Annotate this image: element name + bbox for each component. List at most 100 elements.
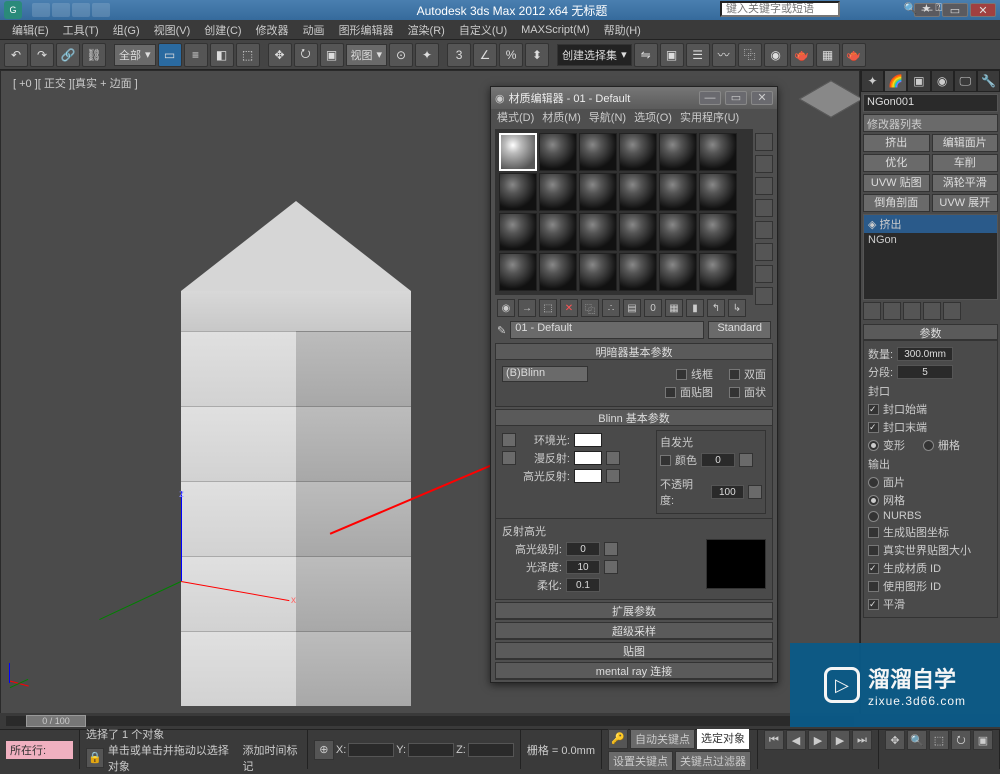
material-slot[interactable] bbox=[659, 213, 697, 251]
speclevel-spinner[interactable]: 0 bbox=[566, 542, 600, 556]
twosided-checkbox[interactable] bbox=[729, 369, 740, 380]
zoom-icon[interactable]: 🔍 bbox=[907, 730, 927, 750]
app-icon[interactable]: G bbox=[4, 1, 22, 19]
diffuse-lock-icon[interactable] bbox=[502, 451, 516, 465]
infocenter-icon[interactable]: 🔍 bbox=[904, 2, 918, 15]
material-slot[interactable] bbox=[659, 253, 697, 291]
snap-toggle-icon[interactable]: 3 bbox=[447, 43, 471, 67]
capstart-checkbox[interactable] bbox=[868, 404, 879, 415]
menu-render[interactable]: 渲染(R) bbox=[402, 20, 451, 40]
modifier-button-editpatch[interactable]: 编辑面片 bbox=[932, 134, 999, 152]
ambient-lock-icon[interactable] bbox=[502, 433, 516, 447]
autokey-button[interactable]: 自动关键点 bbox=[630, 729, 695, 749]
render-frame-icon[interactable]: ▦ bbox=[816, 43, 840, 67]
show-end-result-icon[interactable]: ▮ bbox=[686, 299, 704, 317]
nurbs-radio[interactable] bbox=[868, 511, 879, 522]
get-material-icon[interactable]: ◉ bbox=[497, 299, 515, 317]
mat-menu-nav[interactable]: 导航(N) bbox=[589, 109, 626, 127]
smooth-checkbox[interactable] bbox=[868, 599, 879, 610]
menu-graph[interactable]: 图形编辑器 bbox=[333, 20, 400, 40]
keyfilter-button[interactable]: 关键点过滤器 bbox=[675, 751, 751, 771]
pick-material-icon[interactable]: ✎ bbox=[497, 324, 506, 337]
prev-frame-icon[interactable]: ◀ bbox=[786, 730, 806, 750]
modifier-button-turbosmooth[interactable]: 涡轮平滑 bbox=[932, 174, 999, 192]
background-icon[interactable] bbox=[755, 177, 773, 195]
modifier-button-lathe[interactable]: 车削 bbox=[932, 154, 999, 172]
close-button[interactable]: ✕ bbox=[970, 3, 996, 17]
material-type-button[interactable]: Standard bbox=[708, 321, 771, 339]
material-name-combo[interactable]: 01 - Default bbox=[510, 321, 704, 339]
modify-tab-icon[interactable]: 🌈 bbox=[884, 70, 907, 92]
maps-rollout-header[interactable]: 贴图 bbox=[496, 643, 772, 659]
make-unique-icon[interactable] bbox=[903, 302, 921, 320]
material-editor-icon[interactable]: ◉ bbox=[764, 43, 788, 67]
hierarchy-tab-icon[interactable]: ▣ bbox=[907, 70, 930, 92]
material-slot[interactable] bbox=[579, 133, 617, 171]
coord-z-input[interactable] bbox=[468, 743, 514, 757]
show-map-icon[interactable]: ▦ bbox=[665, 299, 683, 317]
make-unique-icon[interactable]: ∴ bbox=[602, 299, 620, 317]
selfillum-spinner[interactable]: 0 bbox=[701, 453, 735, 467]
gloss-map-button[interactable] bbox=[604, 560, 618, 574]
configure-sets-icon[interactable] bbox=[943, 302, 961, 320]
stack-item-ngon[interactable]: NGon bbox=[864, 233, 997, 247]
shader-combo[interactable]: (B)Blinn bbox=[502, 366, 588, 382]
align-icon[interactable]: ▣ bbox=[660, 43, 684, 67]
morph-radio[interactable] bbox=[868, 440, 879, 451]
opacity-spinner[interactable]: 100 bbox=[711, 485, 745, 499]
coord-y-input[interactable] bbox=[408, 743, 454, 757]
selfillum-color-checkbox[interactable] bbox=[660, 455, 671, 466]
useshapeids-checkbox[interactable] bbox=[868, 581, 879, 592]
pin-stack-icon[interactable] bbox=[863, 302, 881, 320]
put-to-library-icon[interactable]: ▤ bbox=[623, 299, 641, 317]
material-slot[interactable] bbox=[699, 133, 737, 171]
menu-customize[interactable]: 自定义(U) bbox=[453, 20, 513, 40]
selkey-combo[interactable]: 选定对象 bbox=[697, 729, 749, 749]
menu-create[interactable]: 创建(C) bbox=[198, 20, 247, 40]
assign-to-selection-icon[interactable]: ⬚ bbox=[539, 299, 557, 317]
extended-rollout-header[interactable]: 扩展参数 bbox=[496, 603, 772, 619]
material-slot[interactable] bbox=[579, 173, 617, 211]
mat-menu-mode[interactable]: 模式(D) bbox=[497, 109, 534, 127]
coord-x-input[interactable] bbox=[348, 743, 394, 757]
display-tab-icon[interactable]: 🖵 bbox=[954, 70, 977, 92]
specular-map-button[interactable] bbox=[606, 469, 620, 483]
material-slot[interactable] bbox=[539, 253, 577, 291]
unlink-icon[interactable]: ⛓ bbox=[82, 43, 106, 67]
modifier-list-combo[interactable]: 修改器列表 bbox=[863, 114, 998, 132]
goto-end-icon[interactable]: ⏭ bbox=[852, 730, 872, 750]
segments-spinner[interactable]: 5 bbox=[897, 365, 953, 379]
redo-icon[interactable]: ↷ bbox=[30, 43, 54, 67]
scene-object[interactable] bbox=[161, 201, 431, 721]
material-slot[interactable] bbox=[699, 253, 737, 291]
mentalray-rollout-header[interactable]: mental ray 连接 bbox=[496, 663, 772, 679]
zoom-extents-icon[interactable]: ⬚ bbox=[929, 730, 949, 750]
help-search-input[interactable] bbox=[720, 1, 840, 17]
amount-spinner[interactable]: 300.0mm bbox=[897, 347, 953, 361]
params-header[interactable]: 参数 bbox=[863, 324, 998, 340]
named-selset-combo[interactable]: 创建选择集▾ bbox=[557, 44, 632, 66]
material-slot[interactable] bbox=[499, 213, 537, 251]
angle-snap-icon[interactable]: ∠ bbox=[473, 43, 497, 67]
maximize-vp-icon[interactable]: ▣ bbox=[973, 730, 993, 750]
motion-tab-icon[interactable]: ◉ bbox=[931, 70, 954, 92]
rollout-header[interactable]: 明暗器基本参数 bbox=[496, 344, 772, 360]
genmatids-checkbox[interactable] bbox=[868, 563, 879, 574]
menu-modifiers[interactable]: 修改器 bbox=[250, 20, 295, 40]
gloss-spinner[interactable]: 10 bbox=[566, 560, 600, 574]
make-copy-icon[interactable]: ⿻ bbox=[581, 299, 599, 317]
video-check-icon[interactable] bbox=[755, 221, 773, 239]
material-slot[interactable] bbox=[619, 213, 657, 251]
go-sibling-icon[interactable]: ↳ bbox=[728, 299, 746, 317]
keymode-icon[interactable]: 🔑 bbox=[608, 729, 628, 749]
maximize-button[interactable]: ▭ bbox=[942, 3, 968, 17]
options-icon[interactable] bbox=[755, 265, 773, 283]
rollout-header[interactable]: Blinn 基本参数 bbox=[496, 410, 772, 426]
modifier-button-uvwunwrap[interactable]: UVW 展开 bbox=[932, 194, 999, 212]
supersample-rollout-header[interactable]: 超级采样 bbox=[496, 623, 772, 639]
viewcube[interactable] bbox=[807, 75, 855, 123]
curve-editor-icon[interactable]: 〰 bbox=[712, 43, 736, 67]
modifier-button-bevelprofile[interactable]: 倒角剖面 bbox=[863, 194, 930, 212]
make-preview-icon[interactable] bbox=[755, 243, 773, 261]
modifier-button-extrude[interactable]: 挤出 bbox=[863, 134, 930, 152]
